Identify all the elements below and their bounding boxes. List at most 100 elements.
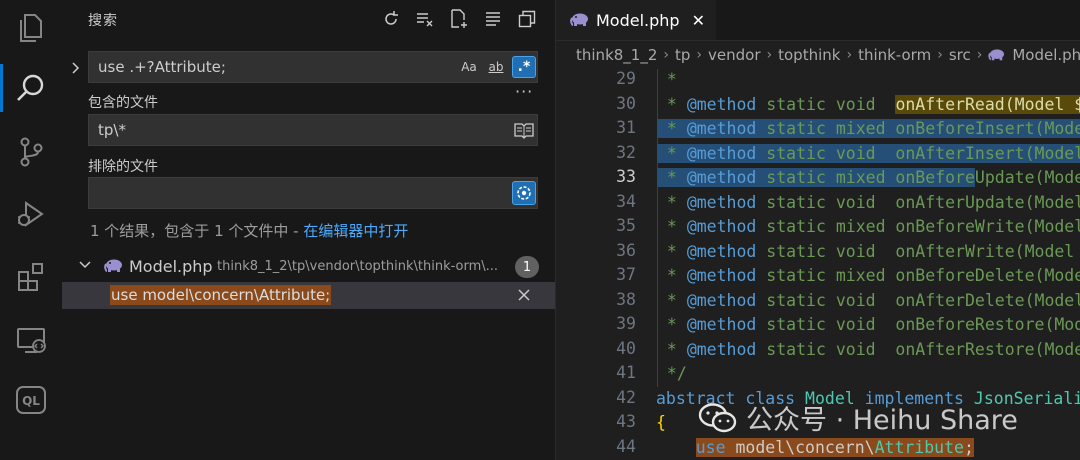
- line-text: * @method static mixed onBeforeInsert(Mo…: [657, 119, 1080, 138]
- exclude-label: 排除的文件: [88, 159, 158, 175]
- source-control-button[interactable]: [0, 124, 62, 180]
- line-text: * @method static void onAfterWrite(Model…: [657, 241, 1075, 261]
- open-in-editor-link[interactable]: 在编辑器中打开: [303, 222, 408, 240]
- run-debug-button[interactable]: [0, 186, 62, 242]
- include-label: 包含的文件: [88, 95, 158, 111]
- breadcrumb-item[interactable]: topthink: [778, 46, 840, 64]
- line-text: {: [656, 413, 666, 432]
- line-text: */: [657, 364, 687, 383]
- breadcrumb-chevron-icon: ›: [696, 47, 703, 63]
- line-text: * @method static void onAfterDelete(Mode…: [657, 290, 1080, 310]
- code-line: 30 * @method static void onAfterRead(Mod…: [556, 94, 1080, 119]
- line-number: 31: [616, 118, 636, 137]
- line-number: 33: [616, 167, 636, 186]
- extensions-icon: [18, 263, 43, 291]
- run-debug-icon: [18, 201, 44, 227]
- line-text: * @method static mixed onBeforeWrite(Mod…: [657, 217, 1080, 236]
- line-text: * @method static void onAfterUpdate(Mode…: [657, 192, 1080, 212]
- tab-model-php[interactable]: Model.php ✕: [556, 0, 716, 40]
- explorer-icon: [20, 14, 42, 42]
- breadcrumb-item[interactable]: src: [949, 46, 971, 64]
- search-sidebar: 搜索 use .+?Attribute; Aa ab .* ··· 包含的文件 …: [62, 0, 556, 460]
- result-file-name: Model.php: [129, 257, 213, 276]
- line-text: * @method static mixed onBeforeUpdate(Mo…: [657, 168, 1080, 187]
- include-files-input[interactable]: tp\*: [88, 114, 538, 146]
- refresh-icon[interactable]: [381, 8, 401, 30]
- line-text: * @method static void onAfterRead(Model …: [657, 94, 1080, 114]
- code-line: 37 * @method static mixed onBeforeDelete…: [556, 265, 1080, 290]
- result-match-row[interactable]: use model\concern\Attribute;: [62, 282, 555, 309]
- use-exclude-settings-icon[interactable]: [512, 181, 536, 205]
- code-line: 31 * @method static mixed onBeforeInsert…: [556, 118, 1080, 143]
- line-number: 43: [616, 412, 636, 431]
- breadcrumb-chevron-icon: ›: [766, 47, 773, 63]
- breadcrumb-item[interactable]: think8_1_2: [576, 46, 657, 64]
- line-number: 40: [616, 338, 636, 358]
- extensions-button[interactable]: [0, 248, 62, 304]
- toggle-replace-chevron-icon[interactable]: [68, 60, 82, 74]
- code-line: 35 * @method static mixed onBeforeWrite(…: [556, 216, 1080, 241]
- breadcrumb-item[interactable]: tp: [675, 46, 690, 64]
- search-activity-button[interactable]: [0, 60, 62, 116]
- match-case-toggle[interactable]: Aa: [458, 56, 480, 78]
- result-count-badge: 1: [515, 256, 539, 278]
- svg-text:QL: QL: [22, 394, 40, 408]
- ql-button[interactable]: QL: [0, 372, 62, 428]
- regex-toggle[interactable]: .*: [512, 56, 536, 78]
- code-line-current: 33 * @method static mixed onBeforeUpdate…: [556, 167, 1080, 192]
- search-input[interactable]: use .+?Attribute; Aa ab .*: [88, 51, 538, 83]
- activity-bar: QL: [0, 0, 63, 460]
- breadcrumb-chevron-icon: ›: [937, 47, 943, 63]
- collapse-all-icon[interactable]: [483, 8, 503, 30]
- line-text: use model\concern\Attribute;: [695, 437, 974, 457]
- code-line: 34 * @method static void onAfterUpdate(M…: [556, 192, 1080, 217]
- line-text: * @method static void onBeforeRestore(Mo…: [657, 315, 1080, 334]
- source-control-icon: [20, 137, 43, 167]
- line-number: 32: [616, 142, 636, 162]
- dismiss-result-close-icon[interactable]: [517, 288, 531, 306]
- match-text: use model\concern\Attribute;: [110, 285, 332, 305]
- search-title: 搜索: [88, 13, 118, 29]
- wechat-icon: [698, 402, 738, 434]
- line-number: 38: [616, 289, 636, 309]
- breadcrumb-item[interactable]: think-orm: [858, 46, 931, 64]
- more-options-icon[interactable]: ···: [515, 82, 533, 101]
- line-number: 42: [616, 387, 636, 407]
- breadcrumb-chevron-icon: ›: [846, 47, 853, 63]
- include-files-text: tp\*: [98, 121, 126, 139]
- breadcrumb-item[interactable]: vendor: [708, 46, 760, 64]
- line-number: 30: [616, 93, 636, 113]
- result-file-row[interactable]: Model.php think8_1_2\tp\vendor\topthink\…: [62, 255, 555, 281]
- line-text: *: [657, 70, 677, 89]
- new-search-editor-icon[interactable]: [449, 8, 469, 30]
- line-number: 29: [616, 69, 636, 88]
- search-icon: [17, 74, 44, 101]
- breadcrumb-chevron-icon: ›: [663, 47, 669, 63]
- remote-explorer-button[interactable]: [0, 312, 62, 368]
- code-line: 41 */: [556, 363, 1080, 388]
- clear-results-icon[interactable]: [415, 8, 435, 30]
- code-line: 39 * @method static void onBeforeRestore…: [556, 314, 1080, 339]
- open-in-editor-icon[interactable]: [517, 8, 537, 30]
- php-elephant-icon: [988, 48, 1006, 62]
- tab-close-icon[interactable]: ✕: [692, 11, 705, 30]
- breadcrumb: think8_1_2 › tp › vendor › topthink › think-…: [576, 46, 1080, 64]
- editor-area: Model.php ✕ think8_1_2 › tp › vendor › topt…: [556, 0, 1080, 460]
- results-summary: 1 个结果，包含于 1 个文件中 - 在编辑器中打开: [90, 220, 408, 241]
- breadcrumb-chevron-icon: ›: [976, 47, 983, 63]
- code-line: 32 * @method static void onAfterInsert(M…: [556, 143, 1080, 168]
- ql-icon: QL: [16, 386, 46, 414]
- watermark: 公众号 · Heihu Share: [698, 398, 1018, 437]
- chevron-down-icon[interactable]: [78, 258, 92, 276]
- search-actions: [381, 8, 537, 30]
- book-icon[interactable]: [514, 121, 534, 143]
- line-number: 39: [616, 314, 636, 333]
- exclude-files-input[interactable]: [88, 177, 538, 209]
- explorer-button[interactable]: [0, 0, 62, 56]
- breadcrumb-item[interactable]: Model.php: [1012, 46, 1080, 64]
- whole-word-toggle[interactable]: ab: [484, 56, 508, 78]
- php-elephant-icon: [104, 258, 124, 278]
- line-text: * @method static void onAfterInsert(Mode…: [657, 143, 1080, 163]
- line-number: 34: [616, 191, 636, 211]
- line-text: * @method static void onAfterRestore(Mod…: [657, 339, 1080, 359]
